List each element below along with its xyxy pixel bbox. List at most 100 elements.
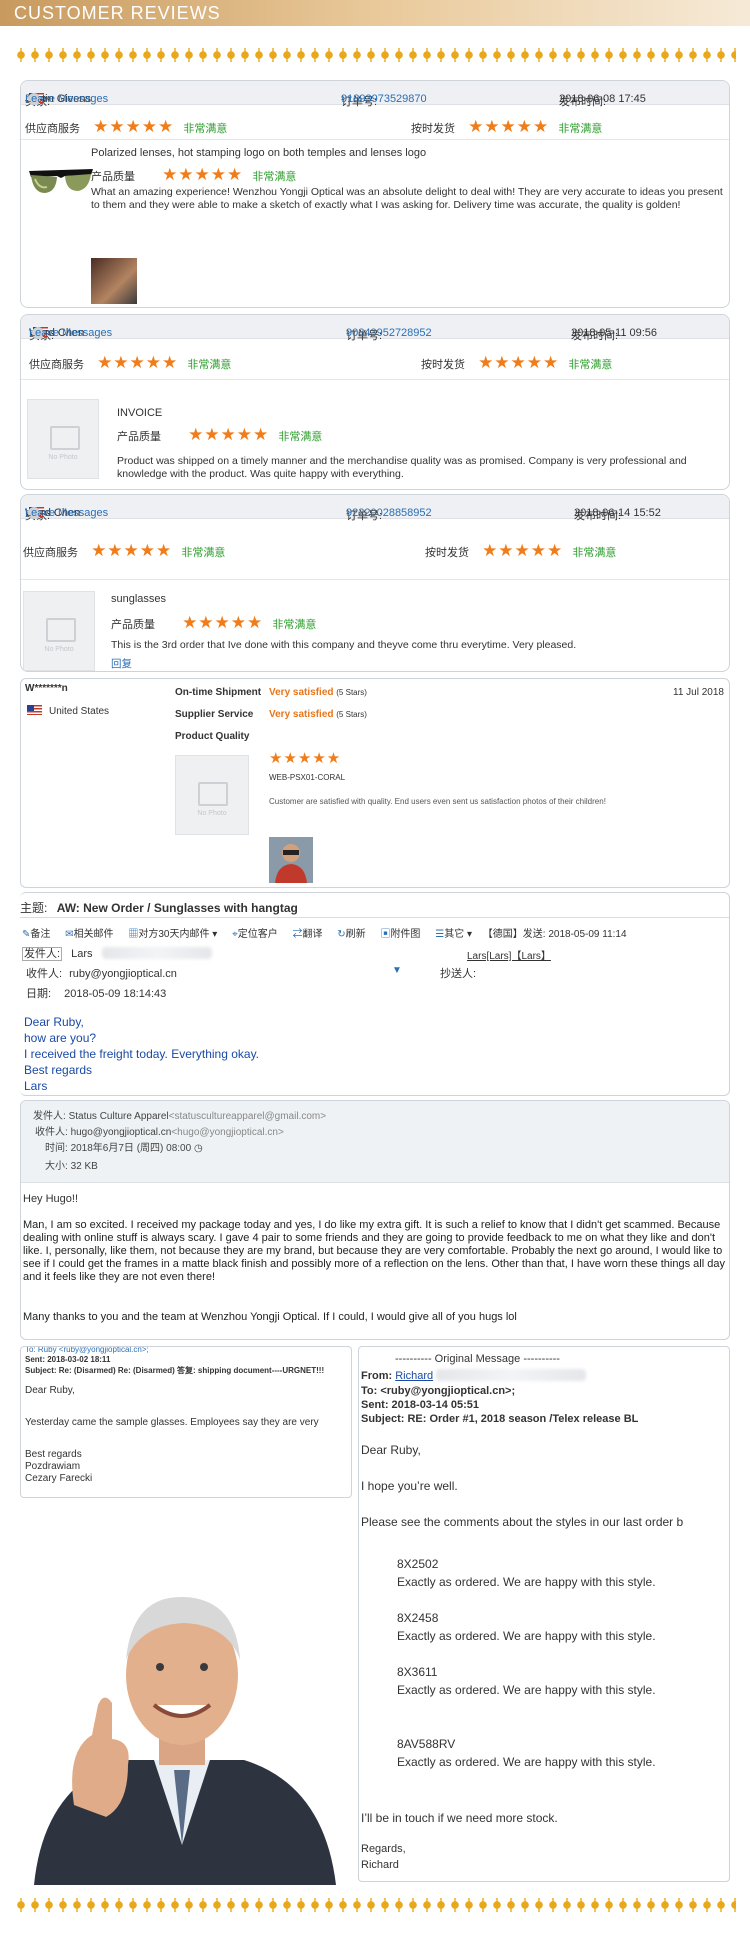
leave-messages-link[interactable]: Leave Messages [25, 507, 108, 519]
from-address: <statuscultureapparel@gmail.com> [168, 1111, 327, 1122]
product-image-placeholder[interactable]: No Photo [175, 755, 249, 835]
shipping-stars: ★★★★★ [478, 353, 560, 372]
order-number-link[interactable]: 91893973529870 [341, 93, 427, 105]
product-name: Polarized lenses, hot stamping logo on b… [91, 147, 427, 159]
more-button[interactable]: ☰其它 ▾ [435, 929, 472, 940]
order-number-link[interactable]: 92220028858952 [346, 507, 432, 519]
review-text: This is the 3rd order that Ive done with… [111, 639, 577, 651]
from-name: Status Culture Apparel [68, 1111, 169, 1122]
from-label: 发件人: [33, 1111, 66, 1122]
email-date: 2018-05-09 18:14:43 [64, 988, 167, 1000]
customer-photo-thumbnail[interactable] [269, 837, 313, 883]
shipping-rating: 非常满意 [568, 359, 613, 371]
cc-label: 抄送人: [440, 968, 477, 980]
email-time: 2018年6月7日 (周四) 08:00 [70, 1143, 192, 1154]
supplier-label: Supplier Service [175, 709, 254, 720]
no-photo-label: No Photo [197, 810, 227, 817]
date-label: 日期: [26, 988, 52, 1000]
service-rating: 非常满意 [187, 359, 232, 371]
product-image-placeholder[interactable]: No Photo [27, 399, 99, 479]
from-label: From: [361, 1370, 393, 1382]
locate-customer-button[interactable]: ⌖定位客户 [232, 929, 278, 940]
refresh-icon: ↻ [337, 929, 346, 940]
email-screenshot-4: ---------- Original Message ---------- F… [358, 1346, 730, 1882]
quality-rating: 非常满意 [278, 431, 323, 443]
service-stars: ★★★★★ [91, 541, 173, 560]
review-text: What an amazing experience! Wenzhou Yong… [91, 186, 723, 211]
from-name[interactable]: Richard [395, 1370, 433, 1382]
service-label: 供应商服务 [29, 359, 84, 371]
supplier-value: Very satisfied [269, 709, 334, 720]
email-size: 32 KB [70, 1161, 98, 1172]
style-comment-4: Exactly as ordered. We are happy with th… [397, 1755, 656, 1769]
recent-mail-button[interactable]: ▦对方30天内邮件 ▾ [128, 929, 217, 940]
sign-line-3: Cezary Farecki [25, 1473, 93, 1484]
style-comment-3: Exactly as ordered. We are happy with th… [397, 1683, 656, 1697]
dropdown-arrow-icon[interactable]: ▼ [392, 965, 402, 976]
leave-messages-link[interactable]: Leave Messages [29, 327, 112, 339]
review-photo-thumbnail[interactable] [91, 258, 137, 304]
body-line-5: Lars [24, 1079, 48, 1093]
product-image-placeholder[interactable]: No Photo [23, 591, 95, 671]
email-subject: Subject: Re: (Disarmed) Re: (Disarmed) 答… [25, 1366, 325, 1375]
subject-label: 主题: [20, 901, 48, 915]
service-label: 供应商服务 [25, 123, 80, 135]
style-code-3: 8X3611 [397, 1665, 438, 1679]
quality-label: Product Quality [175, 731, 250, 742]
quality-rating: 非常满意 [252, 171, 297, 183]
quality-stars: ★★★★★ [162, 165, 244, 184]
service-label: 供应商服务 [23, 547, 78, 559]
to-label: 收件人: [26, 968, 63, 980]
email-line-1: I hope you’re well. [361, 1479, 458, 1493]
from-display[interactable]: Lars[Lars]【Lars】 [467, 947, 551, 962]
attachment-images-button[interactable]: ▣附件图 [380, 929, 420, 940]
body-line-4: Best regards [24, 1063, 93, 1077]
shipping-rating: 非常满意 [558, 123, 603, 135]
reply-link[interactable]: 回复 [111, 658, 132, 671]
sign-line-1: Best regards [25, 1449, 82, 1460]
divider [21, 379, 729, 380]
refresh-button[interactable]: ↻刷新 [337, 929, 365, 940]
email-greeting: Dear Ruby, [25, 1385, 75, 1396]
email-sent: Sent: 2018-03-02 18:11 [25, 1355, 111, 1364]
email-line-2: Please see the comments about the styles… [361, 1515, 684, 1529]
divider [21, 139, 729, 140]
email-screenshot-2: 发件人: Status Culture Apparel<statuscultur… [20, 1100, 730, 1340]
body-line-3: I received the freight today. Everything… [24, 1047, 260, 1061]
email-greeting: Hey Hugo!! [23, 1193, 79, 1205]
size-label: 大小: [45, 1161, 68, 1172]
divider [21, 579, 729, 580]
translate-button[interactable]: ⇄翻译 [292, 929, 322, 940]
email-subject: Subject: RE: Order #1, 2018 season /Tele… [361, 1413, 639, 1425]
leave-messages-link[interactable]: Leave Messages [25, 93, 108, 105]
email-greeting: Dear Ruby, [361, 1443, 421, 1457]
shipment-value: Very satisfied [269, 687, 334, 698]
email-to: To: <ruby@yongjioptical.cn>; [361, 1385, 516, 1397]
style-code-4: 8AV588RV [397, 1737, 456, 1751]
no-photo-label: No Photo [48, 454, 78, 461]
product-sku: WEB-PSX01-CORAL [269, 773, 346, 782]
note-button[interactable]: ✎备注 [22, 929, 50, 940]
shipment-label: On-time Shipment [175, 687, 262, 698]
email-closing: I’ll be in touch if we need more stock. [361, 1811, 558, 1825]
to-address: hugo@yongjioptical.cn [70, 1127, 172, 1138]
shipping-stars: ★★★★★ [468, 117, 550, 136]
quality-stars: ★★★★★ [188, 425, 270, 444]
sent-info: 【德国】发送: 2018-05-09 11:14 [482, 929, 627, 940]
reviewer-name: W*******n [25, 683, 68, 694]
quality-stars: ★★★★★ [182, 613, 264, 632]
email-sent: Sent: 2018-03-14 05:51 [361, 1399, 480, 1411]
sunglasses-product-image[interactable] [25, 151, 97, 211]
reviewer-country: United States [49, 706, 110, 717]
body-line-1: Dear Ruby, [24, 1015, 84, 1029]
order-number-link[interactable]: 90843952728952 [346, 327, 432, 339]
thumbs-up-businessman-image [14, 1555, 354, 1885]
email-regards: Regards, [361, 1843, 406, 1855]
from-name: Lars [71, 948, 93, 960]
email-to-line[interactable]: To: Ruby <ruby@yongjioptical.cn>; [25, 1347, 149, 1354]
calendar-icon: ▦ [128, 929, 139, 940]
service-stars: ★★★★★ [97, 353, 179, 372]
review-time: 2018-06-14 15:52 [574, 507, 661, 519]
section-header: CUSTOMER REVIEWS [0, 0, 750, 26]
related-mail-button[interactable]: ✉相关邮件 [65, 929, 113, 940]
